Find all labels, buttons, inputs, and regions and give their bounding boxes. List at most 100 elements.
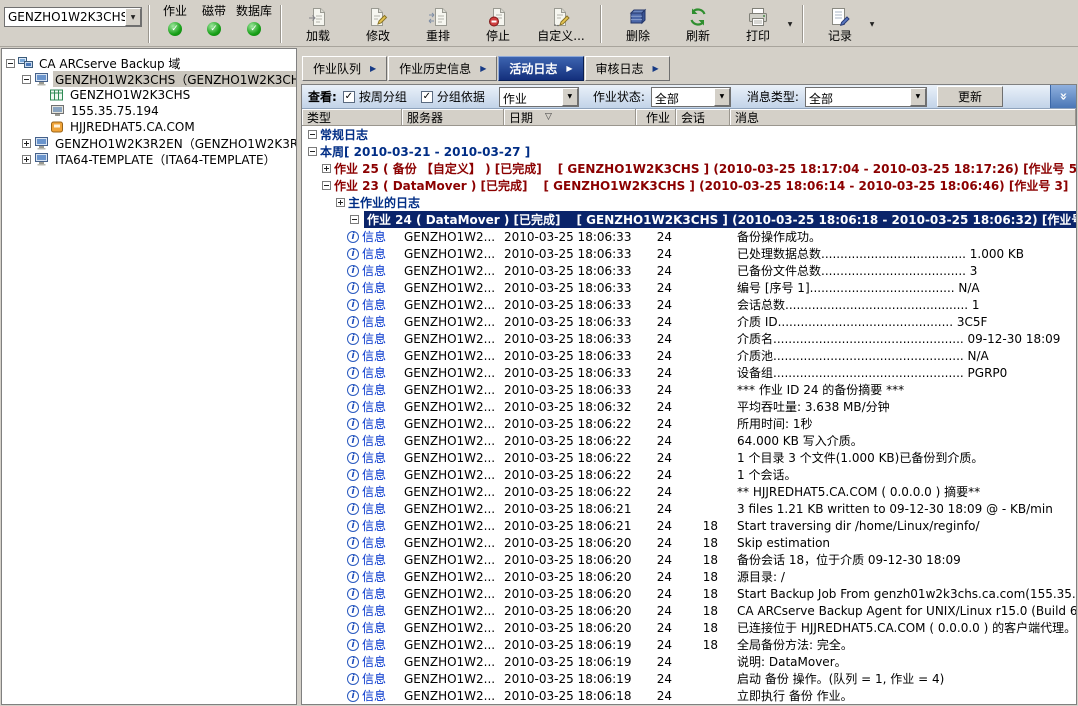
log-row[interactable]: i 信息 GENZHO1W2... 2010-03-25 18:06:22 24… (302, 483, 1076, 500)
collapse-icon[interactable] (6, 59, 15, 68)
expand-icon[interactable] (22, 155, 31, 164)
log-group-master-job-logs[interactable]: 主作业的日志 (302, 194, 1076, 211)
log-row[interactable]: i 信息 GENZHO1W2... 2010-03-25 18:06:20 24… (302, 534, 1076, 551)
tab-job-history[interactable]: 作业历史信息▶ (388, 56, 497, 81)
record-button[interactable]: 记录 (810, 3, 870, 46)
collapse-icon[interactable] (308, 130, 317, 139)
chevron-down-icon[interactable]: ▼ (714, 88, 730, 106)
log-row[interactable]: i 信息 GENZHO1W2... 2010-03-25 18:06:33 24… (302, 228, 1076, 245)
expand-icon[interactable] (22, 139, 31, 148)
log-row[interactable]: i 信息 GENZHO1W2... 2010-03-25 18:06:21 24… (302, 517, 1076, 534)
log-row[interactable]: i 信息 GENZHO1W2... 2010-03-25 18:06:33 24… (302, 279, 1076, 296)
log-row-type: i 信息 (302, 228, 402, 245)
log-row-job: 24 (636, 434, 676, 448)
log-row-job: 24 (636, 604, 676, 618)
tree-item-ita64-template[interactable]: ITA64-TEMPLATE（ITA64-TEMPLATE） (2, 151, 296, 167)
log-row-message: *** 作业 ID 24 的备份摘要 *** (730, 381, 1076, 398)
log-row[interactable]: i 信息 GENZHO1W2... 2010-03-25 18:06:19 24… (302, 670, 1076, 687)
collapse-icon[interactable] (308, 147, 317, 156)
log-group-job-24-selected[interactable]: 作业 24 ( DataMover ) [已完成] [ GENZHO1W2K3C… (302, 211, 1076, 228)
log-row[interactable]: i 信息 GENZHO1W2... 2010-03-25 18:06:32 24… (302, 398, 1076, 415)
domain-tree-panel: CA ARCserve Backup 域 GENZHO1W2K3CHS（GENZ… (1, 48, 297, 705)
customize-button[interactable]: 自定义... (528, 3, 594, 46)
log-row[interactable]: i 信息 GENZHO1W2... 2010-03-25 18:06:22 24… (302, 466, 1076, 483)
collapse-icon[interactable] (322, 181, 331, 190)
load-button[interactable]: 加载 (288, 3, 348, 46)
modify-button[interactable]: 修改 (348, 3, 408, 46)
log-group-job-23[interactable]: 作业 23 ( DataMover ) [已完成] [ GENZHO1W2K3C… (302, 177, 1076, 194)
column-header-session[interactable]: 会话 (676, 109, 730, 125)
collapse-icon[interactable] (22, 75, 31, 84)
column-header-message[interactable]: 消息 (730, 109, 1076, 125)
log-row[interactable]: i 信息 GENZHO1W2... 2010-03-25 18:06:22 24… (302, 415, 1076, 432)
tree-item-domain[interactable]: CA ARCserve Backup 域 (2, 55, 296, 71)
tab-audit-log[interactable]: 审核日志▶ (585, 56, 670, 81)
log-row[interactable]: i 信息 GENZHO1W2... 2010-03-25 18:06:33 24… (302, 296, 1076, 313)
log-row[interactable]: i 信息 GENZHO1W2... 2010-03-25 18:06:22 24… (302, 432, 1076, 449)
refresh-button[interactable]: 刷新 (668, 3, 728, 46)
chevron-down-icon[interactable]: ▼ (562, 88, 578, 106)
log-row[interactable]: i 信息 GENZHO1W2... 2010-03-25 18:06:20 24… (302, 551, 1076, 568)
log-row-message: 1 个目录 3 个文件(1.000 KB)已备份到介质。 (730, 449, 1076, 466)
expand-icon[interactable] (336, 198, 345, 207)
log-row[interactable]: i 信息 GENZHO1W2... 2010-03-25 18:06:33 24… (302, 330, 1076, 347)
update-button[interactable]: 更新 (937, 86, 1003, 107)
log-group-job-25[interactable]: 作业 25 ( 备份 【自定义】 ) [已完成] [ GENZHO1W2K3CH… (302, 160, 1076, 177)
log-row[interactable]: i 信息 GENZHO1W2... 2010-03-25 18:06:22 24… (302, 449, 1076, 466)
log-row[interactable]: i 信息 GENZHO1W2... 2010-03-25 18:06:20 24… (302, 585, 1076, 602)
delete-button[interactable]: 删除 (608, 3, 668, 46)
chevron-down-icon[interactable]: ▼ (910, 88, 926, 106)
log-row[interactable]: i 信息 GENZHO1W2... 2010-03-25 18:06:33 24… (302, 347, 1076, 364)
log-row[interactable]: i 信息 GENZHO1W2... 2010-03-25 18:06:20 24… (302, 568, 1076, 585)
log-row-type: i 信息 (302, 381, 402, 398)
green-check-icon: ✓ (168, 22, 182, 36)
log-row-server: GENZHO1W2... (402, 638, 504, 652)
log-row[interactable]: i 信息 GENZHO1W2... 2010-03-25 18:06:18 24… (302, 687, 1076, 704)
column-header-server[interactable]: 服务器 (402, 109, 504, 125)
server-combo[interactable]: GENZHO1W2K3CHS ▼ (4, 7, 142, 27)
job-status-select[interactable]: 全部 ▼ (651, 87, 731, 107)
tab-job-queue[interactable]: 作业队列▶ (302, 56, 387, 81)
column-header-date[interactable]: 日期 ▽ (504, 109, 636, 125)
message-type-select[interactable]: 全部 ▼ (805, 87, 927, 107)
tab-activity-log[interactable]: 活动日志▶ (498, 56, 583, 81)
expand-filter-button[interactable]: » (1050, 85, 1076, 108)
log-row[interactable]: i 信息 GENZHO1W2... 2010-03-25 18:06:20 24… (302, 602, 1076, 619)
record-dropdown-icon[interactable]: ▼ (866, 3, 878, 46)
group-by-select[interactable]: 作业 ▼ (499, 87, 579, 107)
print-button[interactable]: 打印 (728, 3, 788, 46)
log-row[interactable]: i 信息 GENZHO1W2... 2010-03-25 18:06:21 24… (302, 500, 1076, 517)
collapse-icon[interactable] (350, 215, 359, 224)
tree-item-genzho1w2k3r2en[interactable]: GENZHO1W2K3R2EN（GENZHO1W2K3R2EN） (2, 135, 296, 151)
log-group-regular[interactable]: 常规日志 (302, 126, 1076, 143)
expand-icon[interactable] (322, 164, 331, 173)
log-row[interactable]: i 信息 GENZHO1W2... 2010-03-25 18:06:20 24… (302, 619, 1076, 636)
column-header-job[interactable]: 作业 (636, 109, 676, 125)
chevron-down-icon[interactable]: ▼ (125, 8, 141, 26)
print-dropdown-icon[interactable]: ▼ (784, 3, 796, 46)
log-row[interactable]: i 信息 GENZHO1W2... 2010-03-25 18:06:33 24… (302, 364, 1076, 381)
log-row[interactable]: i 信息 GENZHO1W2... 2010-03-25 18:06:33 24… (302, 245, 1076, 262)
reschedule-button[interactable]: 重排 (408, 3, 468, 46)
tree-item-genzho1w2k3chs-db[interactable]: GENZHO1W2K3CHS (2, 87, 296, 103)
tree-item-genzho1w2k3chs-server[interactable]: GENZHO1W2K3CHS（GENZHO1W2K3CHS） (2, 71, 296, 87)
toolbar-separator (280, 5, 282, 43)
log-group-this-week[interactable]: 本周[ 2010-03-21 - 2010-03-27 ] (302, 143, 1076, 160)
group-by-checkbox[interactable]: 分组依据 (421, 88, 485, 105)
log-row-server: GENZHO1W2... (402, 536, 504, 550)
log-row[interactable]: i 信息 GENZHO1W2... 2010-03-25 18:06:19 24… (302, 636, 1076, 653)
column-header-type[interactable]: 类型 (302, 109, 402, 125)
log-row[interactable]: i 信息 GENZHO1W2... 2010-03-25 18:06:19 24… (302, 653, 1076, 670)
log-row-type: i 信息 (302, 500, 402, 517)
log-row-server: GENZHO1W2... (402, 621, 504, 635)
log-row-message: 已处理数据总数.................................… (730, 245, 1076, 262)
log-row-job: 24 (636, 315, 676, 329)
log-row[interactable]: i 信息 GENZHO1W2... 2010-03-25 18:06:33 24… (302, 381, 1076, 398)
tree-item-hjjredhat5[interactable]: HJJREDHAT5.CA.COM (2, 119, 296, 135)
group-by-week-checkbox[interactable]: 按周分组 (343, 88, 407, 105)
log-row[interactable]: i 信息 GENZHO1W2... 2010-03-25 18:06:33 24… (302, 313, 1076, 330)
log-row[interactable]: i 信息 GENZHO1W2... 2010-03-25 18:06:33 24… (302, 262, 1076, 279)
stop-button[interactable]: 停止 (468, 3, 528, 46)
tree-item-155-35-75-194[interactable]: 155.35.75.194 (2, 103, 296, 119)
log-row-message: 已连接位于 HJJREDHAT5.CA.COM ( 0.0.0.0 ) 的客户端… (730, 619, 1076, 636)
